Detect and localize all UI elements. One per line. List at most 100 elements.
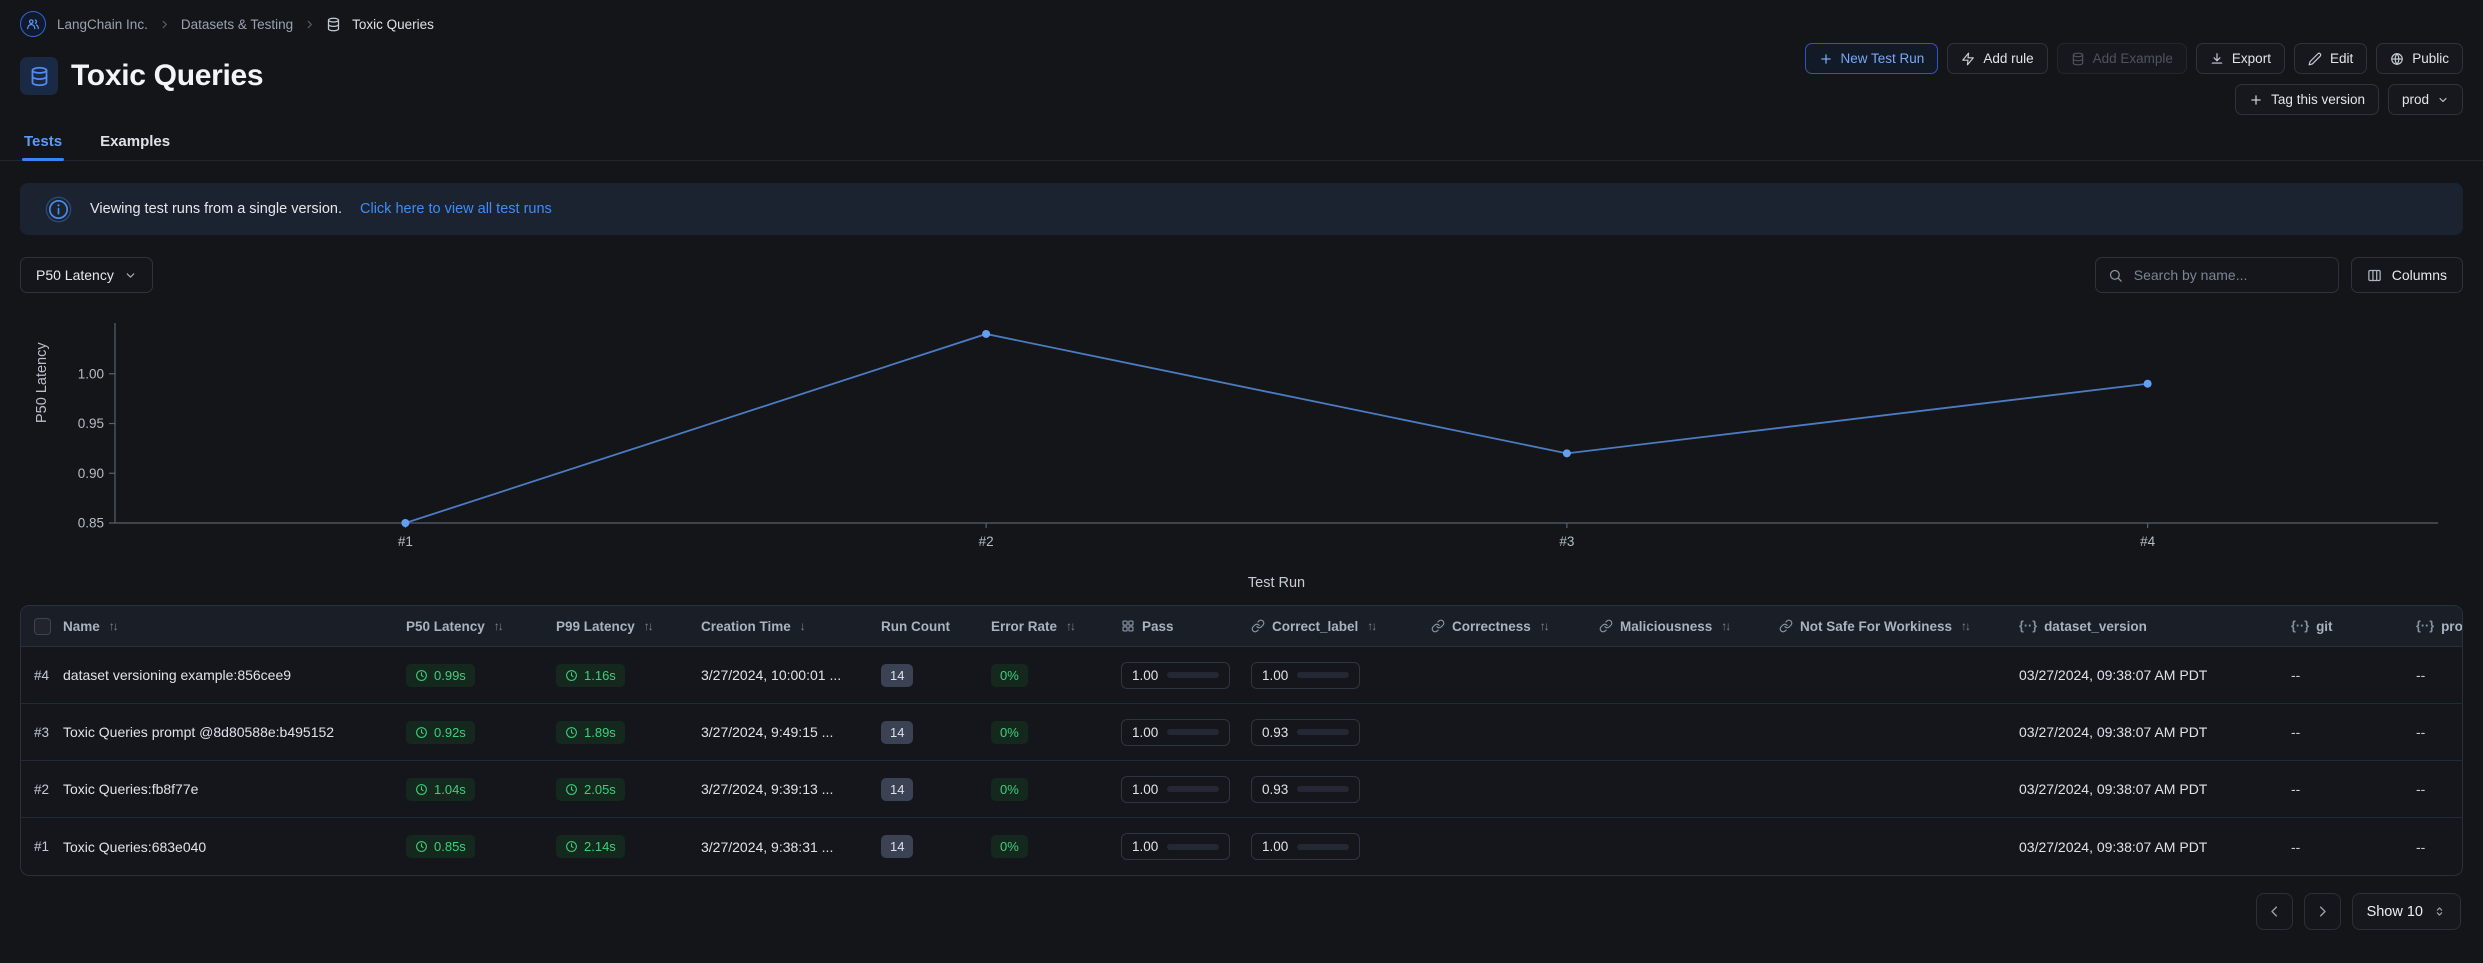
columns-button[interactable]: Columns [2351,257,2463,293]
globe-icon [2390,52,2404,66]
database-icon [326,17,341,32]
columns-icon [2367,268,2382,283]
column-label: Not Safe For Workiness [1800,619,1952,634]
run-name[interactable]: Toxic Queries:683e040 [63,839,406,855]
clock-icon [565,726,578,739]
table-row[interactable]: #3 Toxic Queries prompt @8d80588e:b49515… [21,704,2462,761]
sort-icon[interactable]: ↑↓ [1719,619,1729,633]
new-test-run-button[interactable]: New Test Run [1805,43,1939,74]
select-all-checkbox[interactable] [34,618,51,635]
users-icon [26,17,40,31]
p99-latency-badge: 2.05s [556,778,625,801]
sort-icon[interactable]: ↑↓ [492,619,502,633]
column-header-git[interactable]: {··}git [2291,619,2416,634]
column-header-p99[interactable]: P99 Latency ↑↓ [556,619,701,634]
clock-icon [565,669,578,682]
database-icon [2071,52,2085,66]
column-header-correctness[interactable]: Correctness↑↓ [1431,619,1599,634]
chevron-down-icon [2437,94,2449,106]
sort-desc-icon[interactable]: ↓ [798,619,806,633]
sort-icon[interactable]: ↑↓ [642,619,652,633]
column-header-creation[interactable]: Creation Time ↓ [701,619,881,634]
column-header-maliciousness[interactable]: Maliciousness↑↓ [1599,619,1779,634]
error-rate-badge: 0% [991,778,1028,801]
export-button[interactable]: Export [2196,43,2285,74]
p50-latency-badge: 0.99s [406,664,475,687]
correct-label-score: 0.93 [1251,776,1360,803]
git-value: -- [2291,839,2416,855]
chevron-left-icon [2267,904,2282,919]
tab-tests[interactable]: Tests [22,125,64,160]
add-rule-button[interactable]: Add rule [1947,43,2047,74]
column-header-dataset_version[interactable]: {··}dataset_version [2019,619,2291,634]
link-icon [1251,619,1265,633]
column-header-pass[interactable]: Pass [1121,619,1251,634]
clock-icon [415,840,428,853]
breadcrumb-section[interactable]: Datasets & Testing [181,17,293,32]
sort-icon[interactable]: ↑↓ [107,619,117,633]
table-row[interactable]: #1 Toxic Queries:683e040 0.85s 2.14s 3/2… [21,818,2462,875]
search-icon [2108,268,2123,283]
table-row[interactable]: #4 dataset versioning example:856cee9 0.… [21,647,2462,704]
column-header-prompt[interactable]: {··}prompt [2416,619,2463,634]
column-header-correct_label[interactable]: Correct_label↑↓ [1251,619,1431,634]
svg-text:#1: #1 [398,534,413,549]
breadcrumb: LangChain Inc. Datasets & Testing Toxic … [0,0,2483,37]
chevron-down-icon [124,269,137,282]
table-body: #4 dataset versioning example:856cee9 0.… [21,647,2462,875]
edit-button[interactable]: Edit [2294,43,2367,74]
svg-text:Test Run: Test Run [1248,575,1305,591]
pagination: Show 10 [22,893,2461,930]
metric-select[interactable]: P50 Latency [20,257,153,293]
link-icon [1431,619,1445,633]
public-button[interactable]: Public [2376,43,2463,74]
version-select[interactable]: prod [2388,84,2463,115]
p50-latency-badge: 1.04s [406,778,475,801]
plus-icon [2249,93,2263,107]
clock-icon [415,726,428,739]
error-rate-badge: 0% [991,835,1028,858]
add-example-button[interactable]: Add Example [2057,43,2187,74]
sort-icon[interactable]: ↑↓ [1064,619,1074,633]
run-count-badge: 14 [881,835,913,858]
org-avatar[interactable] [20,11,46,37]
clock-icon [415,669,428,682]
search-input[interactable] [2132,266,2326,284]
next-page-button[interactable] [2304,893,2341,930]
column-label: P99 Latency [556,619,635,634]
chart-y-axis-label: P50 Latency [34,342,50,423]
view-all-test-runs-link[interactable]: Click here to view all test runs [360,201,552,217]
info-icon [45,196,72,223]
column-header-nsfw[interactable]: Not Safe For Workiness ↑↓ [1779,619,2019,634]
tag-version-button[interactable]: Tag this version [2235,84,2379,115]
version-banner: Viewing test runs from a single version.… [20,183,2463,235]
chevron-right-icon [304,19,315,30]
sort-icon[interactable]: ↑↓ [1959,619,1969,633]
sort-icon[interactable]: ↑↓ [1365,619,1375,633]
run-name[interactable]: Toxic Queries:fb8f77e [63,781,406,797]
run-name[interactable]: Toxic Queries prompt @8d80588e:b495152 [63,724,406,740]
column-header-error_rate[interactable]: Error Rate ↑↓ [991,619,1121,634]
column-label: Creation Time [701,619,791,634]
clock-icon [565,840,578,853]
page-size-select[interactable]: Show 10 [2352,893,2461,930]
git-value: -- [2291,781,2416,797]
correct-label-score: 1.00 [1251,833,1360,860]
prev-page-button[interactable] [2256,893,2293,930]
column-label: P50 Latency [406,619,485,634]
run-name[interactable]: dataset versioning example:856cee9 [63,667,406,683]
svg-text:1.00: 1.00 [78,366,104,381]
grid-icon [1121,619,1135,633]
table-row[interactable]: #2 Toxic Queries:fb8f77e 1.04s 2.05s 3/2… [21,761,2462,818]
column-label: Error Rate [991,619,1057,634]
breadcrumb-org[interactable]: LangChain Inc. [57,17,148,32]
chevron-right-icon [2315,904,2330,919]
column-label: Name [63,619,100,634]
column-header-name[interactable]: Name ↑↓ [63,619,406,634]
tab-examples[interactable]: Examples [98,125,172,160]
svg-text:0.95: 0.95 [78,416,104,431]
svg-text:0.85: 0.85 [78,516,104,531]
column-header-run_count[interactable]: Run Count [881,619,991,634]
sort-icon[interactable]: ↑↓ [1538,619,1548,633]
column-header-p50[interactable]: P50 Latency ↑↓ [406,619,556,634]
